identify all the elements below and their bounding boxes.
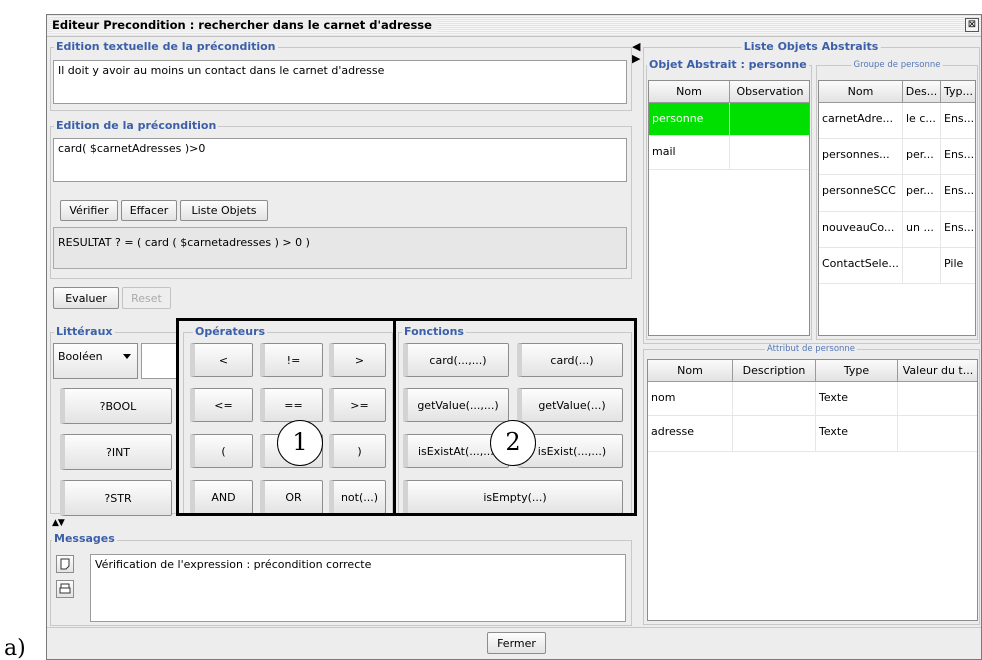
verify-button[interactable]: Vérifier [60,200,118,221]
precondition-expression-field[interactable]: card( $carnetAdresses )>0 [53,138,627,182]
literal-type-select[interactable]: Booléen [53,343,138,379]
table-cell-description[interactable] [733,416,816,452]
messages-legend: Messages [52,532,117,545]
abstract-object-legend: Objet Abstrait : personne [647,58,809,71]
table-cell-type[interactable]: Ens... [941,212,975,248]
table-cell-description[interactable]: le c... [903,103,941,139]
chevron-down-icon [123,354,131,359]
table-cell-type[interactable]: Ens... [941,139,975,175]
table-cell-description[interactable]: un ... [903,212,941,248]
splitter-arrows-icon[interactable]: ▲▼ [52,518,65,528]
reset-button[interactable]: Reset [122,287,171,309]
literal-bool-button[interactable]: ?BOOL [60,388,172,424]
table-cell-nom[interactable]: ContactSele... [819,248,903,284]
abstract-object-table: Nom Observation personne mail [648,80,810,336]
column-header-observation[interactable]: Observation [730,81,809,103]
precondition-edit-legend: Edition de la précondition [54,119,219,132]
message-print-icon[interactable] [56,580,74,598]
column-header-value[interactable]: Valeur du t... [898,360,977,382]
attributes-legend: Attribut de personne [764,344,858,354]
table-cell-description[interactable] [903,248,941,284]
table-cell-nom-selected[interactable]: personne [649,103,730,136]
table-cell-type[interactable]: Pile [941,248,975,284]
close-button[interactable]: Fermer [487,632,546,654]
textual-edit-legend: Edition textuelle de la précondition [54,40,278,53]
close-icon[interactable]: ⊠ [965,18,979,32]
column-header-type[interactable]: Typ... [941,81,975,103]
collapse-left-icon[interactable]: ◀ [632,41,640,52]
table-cell-nom[interactable]: nom [648,382,733,416]
textual-precondition-field[interactable]: Il doit y avoir au moins un contact dans… [53,60,627,104]
abstract-objects-legend: Liste Objets Abstraits [741,40,881,53]
table-cell-nom[interactable]: personnes... [819,139,903,175]
literal-str-button[interactable]: ?STR [60,480,172,516]
callout-box-operators [176,318,396,516]
list-objects-button[interactable]: Liste Objets [180,200,268,221]
table-cell-nom[interactable]: mail [649,136,730,170]
table-cell-type[interactable]: Texte [816,416,898,452]
table-cell-value[interactable] [898,416,977,452]
table-cell-description[interactable]: per... [903,139,941,175]
callout-number-1: 1 [277,420,323,466]
collapse-right-icon[interactable]: ▶ [632,53,640,64]
messages-output: Vérification de l'expression : précondit… [90,554,626,622]
table-cell-nom[interactable]: nouveauCo... [819,212,903,248]
person-group-legend: Groupe de personne [851,60,943,70]
title-bar[interactable]: Editeur Precondition : rechercher dans l… [47,15,981,37]
person-group-table: Nom Des... Typ... carnetAdre... le c... … [818,80,976,336]
table-cell-observation-selected[interactable] [730,103,809,136]
column-header-nom[interactable]: Nom [649,81,730,103]
table-cell-type[interactable]: Ens... [941,103,975,139]
literal-value-input[interactable] [141,343,177,379]
table-cell-nom[interactable]: carnetAdre... [819,103,903,139]
table-cell-type[interactable]: Texte [816,382,898,416]
result-field: RESULTAT ? = ( card ( $carnetadresses ) … [53,227,627,269]
table-cell-description[interactable] [733,382,816,416]
table-cell-value[interactable] [898,382,977,416]
table-cell-description[interactable]: per... [903,175,941,212]
column-header-description[interactable]: Description [733,360,816,382]
window-title: Editeur Precondition : rechercher dans l… [52,18,438,32]
clear-button[interactable]: Effacer [121,200,177,221]
footer-divider [47,627,981,628]
attributes-table: Nom Description Type Valeur du t... nom … [647,359,978,621]
literal-int-button[interactable]: ?INT [60,434,172,470]
evaluate-button[interactable]: Evaluer [53,287,119,309]
table-cell-type[interactable]: Ens... [941,175,975,212]
column-header-nom[interactable]: Nom [819,81,903,103]
column-header-description[interactable]: Des... [903,81,941,103]
literals-legend: Littéraux [54,325,115,338]
literal-type-value: Booléen [58,350,103,363]
table-cell-nom[interactable]: adresse [648,416,733,452]
callout-number-2: 2 [490,420,536,466]
figure-caption: a) [4,636,26,660]
column-header-nom[interactable]: Nom [648,360,733,382]
table-cell-nom[interactable]: personneSCC [819,175,903,212]
table-cell-observation[interactable] [730,136,809,170]
message-note-icon[interactable] [56,555,74,573]
callout-box-functions [393,318,637,516]
column-header-type[interactable]: Type [816,360,898,382]
